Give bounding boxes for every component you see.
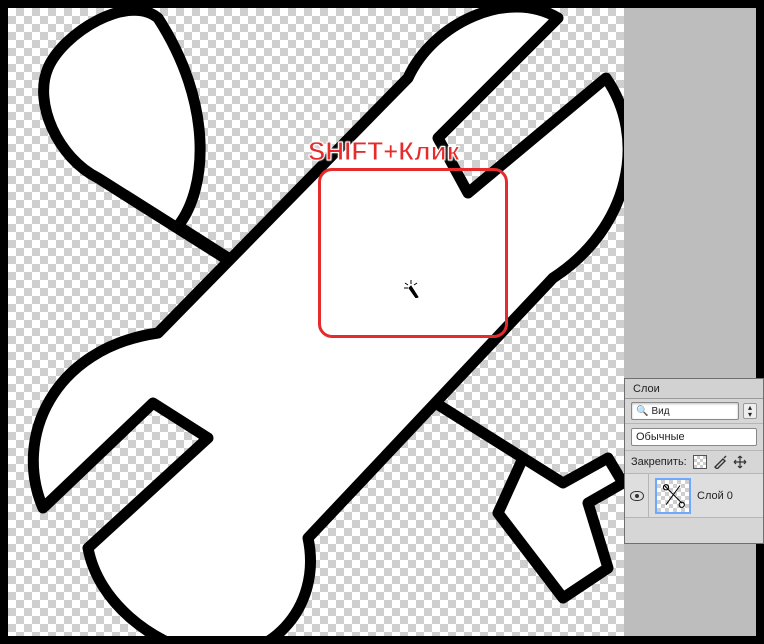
layer-item[interactable]: Слой 0 (625, 474, 763, 518)
layer-name: Слой 0 (697, 490, 733, 502)
annotation-callout (318, 168, 508, 338)
lock-pixels-icon[interactable] (713, 455, 727, 469)
layer-visibility-toggle[interactable] (625, 474, 649, 517)
layer-thumbnail[interactable] (655, 478, 691, 514)
annotation-label: SHIFT+Клик (308, 136, 460, 167)
eye-icon (630, 491, 644, 501)
layer-filter-dropdown[interactable]: 🔍 Вид (631, 402, 739, 420)
lock-row: Закрепить: (625, 451, 763, 474)
inner-frame: SHIFT+Клик Слои 🔍 Вид ▴ (8, 8, 756, 636)
magic-wand-cursor-icon (403, 280, 419, 298)
canvas[interactable]: SHIFT+Клик (8, 8, 624, 636)
layer-filter-row: 🔍 Вид ▴ ▾ (625, 399, 763, 424)
app-frame: SHIFT+Клик Слои 🔍 Вид ▴ (0, 0, 764, 644)
blend-mode-select[interactable]: Обычные (631, 428, 757, 446)
layer-filter-label: Вид (651, 406, 669, 417)
lock-label: Закрепить: (631, 456, 687, 468)
lock-position-icon[interactable] (733, 455, 747, 469)
lock-transparency-icon[interactable] (693, 455, 707, 469)
chevron-down-icon: ▾ (744, 411, 756, 418)
blend-mode-value: Обычные (636, 431, 685, 443)
layers-panel-title[interactable]: Слои (625, 379, 763, 399)
layers-panel: Слои 🔍 Вид ▴ ▾ Обычные Закрепить: (624, 378, 764, 544)
filter-stepper[interactable]: ▴ ▾ (743, 403, 757, 419)
search-icon: 🔍 (636, 406, 648, 417)
blend-mode-row: Обычные (625, 424, 763, 451)
artwork-tools (8, 8, 624, 636)
